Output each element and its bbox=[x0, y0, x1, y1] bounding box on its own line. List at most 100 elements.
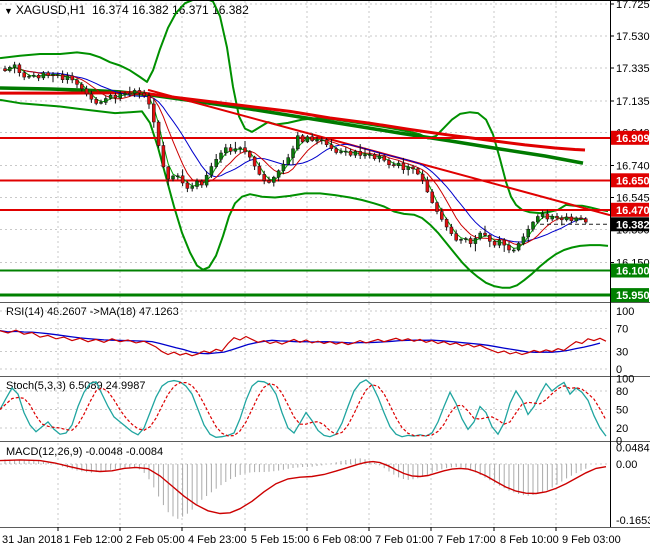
time-axis-label: 7 Feb 17:00 bbox=[437, 534, 496, 546]
candle-down bbox=[450, 227, 453, 234]
candle-down bbox=[469, 239, 472, 244]
candle-down bbox=[138, 90, 141, 93]
candle-up bbox=[344, 151, 347, 152]
candle-up bbox=[354, 151, 357, 155]
candle-down bbox=[71, 76, 74, 80]
price-flag-label: 16.650 bbox=[616, 175, 650, 187]
price-axis-label: 17.135 bbox=[616, 96, 650, 108]
candle-down bbox=[330, 145, 333, 149]
rsi-axis-label: 100 bbox=[616, 306, 634, 318]
candle-up bbox=[498, 240, 501, 245]
candle-down bbox=[200, 181, 203, 185]
candle-up bbox=[541, 214, 544, 217]
candle-down bbox=[263, 174, 266, 180]
time-axis-label: 7 Feb 01:00 bbox=[375, 534, 434, 546]
candle-up bbox=[109, 95, 112, 98]
candle-up bbox=[277, 171, 280, 178]
stoch-axis-label: 80 bbox=[616, 386, 628, 398]
candle-down bbox=[181, 176, 184, 183]
candle-down bbox=[440, 212, 443, 220]
candle-up bbox=[296, 136, 299, 149]
candle-down bbox=[484, 233, 487, 235]
candle-down bbox=[359, 151, 362, 155]
candle-up bbox=[282, 164, 285, 171]
candle-up bbox=[316, 140, 319, 141]
macd-axis-label: 0.0484 bbox=[616, 443, 650, 455]
candle-down bbox=[61, 75, 64, 80]
rsi-axis-label: 30 bbox=[616, 347, 628, 359]
candle-up bbox=[292, 149, 295, 158]
candle-up bbox=[52, 75, 55, 76]
price-flag-label: 15.950 bbox=[616, 290, 650, 302]
candle-down bbox=[268, 181, 271, 183]
chart-window: ▼XAGUSD,H1 16.374 16.382 16.371 16.382 R… bbox=[0, 0, 650, 550]
time-axis-label: 6 Feb 08:00 bbox=[313, 534, 372, 546]
candle-down bbox=[546, 214, 549, 219]
candle-up bbox=[532, 222, 535, 229]
candle-down bbox=[416, 169, 419, 174]
price-axis[interactable]: 17.72517.53017.33517.13516.94016.74016.5… bbox=[610, 0, 650, 527]
candle-up bbox=[522, 237, 525, 244]
stoch-axis-label: 50 bbox=[616, 405, 628, 417]
price-axis-label: 17.335 bbox=[616, 63, 650, 75]
candle-up bbox=[32, 75, 35, 76]
candle-down bbox=[23, 73, 26, 77]
price-axis-label: 17.725 bbox=[616, 0, 650, 11]
stoch-axis-label: 20 bbox=[616, 423, 628, 435]
candle-up bbox=[306, 137, 309, 142]
price-flag-label: 16.100 bbox=[616, 266, 650, 278]
candle-down bbox=[85, 89, 88, 94]
price-flag-label: 16.909 bbox=[616, 133, 650, 145]
candle-down bbox=[560, 218, 563, 220]
price-flag-label: 16.382 bbox=[616, 219, 650, 231]
price-axis-label: 16.740 bbox=[616, 161, 650, 173]
candle-up bbox=[100, 102, 103, 103]
candle-down bbox=[388, 160, 391, 164]
candle-up bbox=[527, 229, 530, 237]
time-axis[interactable]: 31 Jan 20181 Feb 12:002 Feb 05:004 Feb 2… bbox=[2, 527, 621, 546]
candle-down bbox=[229, 148, 232, 152]
candle-up bbox=[479, 233, 482, 238]
candle-up bbox=[551, 216, 554, 219]
candle-up bbox=[119, 94, 122, 98]
candle-down bbox=[47, 73, 50, 76]
candle-up bbox=[364, 155, 367, 156]
candle-down bbox=[311, 137, 314, 141]
candle-up bbox=[28, 76, 31, 77]
candle-down bbox=[157, 122, 160, 146]
stoch-k-line bbox=[0, 380, 606, 437]
candle-up bbox=[575, 218, 578, 221]
candle-up bbox=[42, 73, 45, 78]
candle-up bbox=[8, 67, 11, 70]
candle-down bbox=[148, 96, 151, 104]
time-axis-label: 5 Feb 15:00 bbox=[251, 534, 310, 546]
candle-down bbox=[436, 203, 439, 212]
time-axis-label: 2 Feb 05:00 bbox=[126, 534, 185, 546]
candle-up bbox=[397, 163, 400, 166]
candle-down bbox=[493, 241, 496, 245]
candle-up bbox=[464, 239, 467, 240]
macd-axis-label: 0.00 bbox=[616, 459, 637, 471]
stoch-axis-label: 100 bbox=[616, 374, 634, 386]
candle-up bbox=[205, 175, 208, 185]
candle-up bbox=[407, 167, 410, 170]
time-axis-label: 9 Feb 03:00 bbox=[562, 534, 621, 546]
time-axis-label: 4 Feb 23:00 bbox=[188, 534, 247, 546]
candle-down bbox=[570, 217, 573, 221]
candle-up bbox=[215, 159, 218, 166]
candle-up bbox=[287, 158, 290, 165]
candle-down bbox=[90, 94, 93, 99]
macd-histogram bbox=[5, 458, 586, 519]
time-axis-label: 31 Jan 2018 bbox=[2, 534, 63, 546]
price-flag-label: 16.470 bbox=[616, 205, 650, 217]
candle-down bbox=[4, 69, 7, 71]
candle-up bbox=[368, 154, 371, 155]
candle-down bbox=[402, 163, 405, 170]
candle-up bbox=[124, 93, 127, 94]
candle-down bbox=[80, 84, 83, 88]
chart-canvas[interactable]: 17.72517.53017.33517.13516.94016.74016.5… bbox=[0, 0, 650, 550]
candle-down bbox=[18, 65, 21, 73]
candle-up bbox=[320, 140, 323, 141]
candle-down bbox=[383, 156, 386, 160]
time-axis-label: 8 Feb 10:00 bbox=[500, 534, 559, 546]
